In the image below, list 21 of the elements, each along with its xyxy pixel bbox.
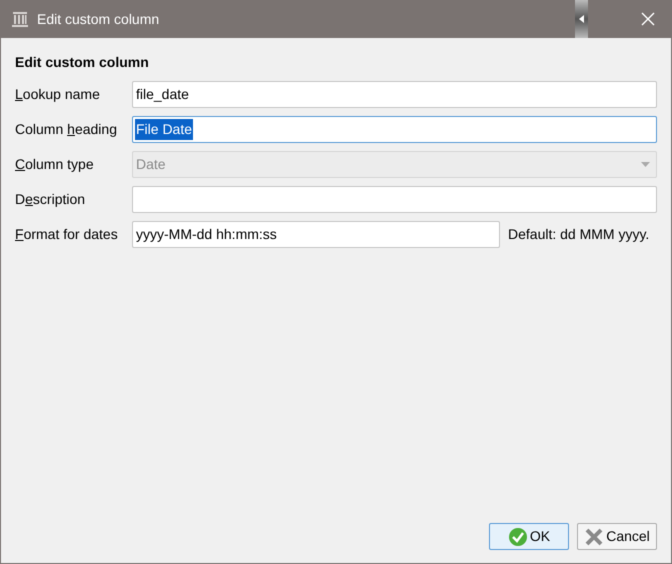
close-icon bbox=[641, 12, 655, 26]
field-label: Format for dates bbox=[15, 225, 119, 244]
text-field[interactable] bbox=[132, 186, 657, 213]
cancel-button[interactable]: Cancel bbox=[577, 523, 657, 550]
left-arrow-icon bbox=[579, 15, 584, 23]
collapse-handle[interactable] bbox=[575, 0, 588, 38]
dialog-heading: Edit custom column bbox=[15, 53, 150, 72]
field-label: Description bbox=[15, 190, 86, 209]
cross-icon bbox=[584, 526, 604, 546]
dropdown-caret-icon bbox=[641, 162, 650, 167]
text-field[interactable]: yyyy-MM-dd hh:mm:ss bbox=[132, 221, 500, 248]
text-field[interactable]: file_date bbox=[132, 81, 657, 108]
checkmark-icon bbox=[508, 526, 528, 546]
field-label: Column type bbox=[15, 155, 95, 174]
field-label: Lookup name bbox=[15, 85, 101, 104]
columns-icon bbox=[11, 10, 29, 28]
text-field[interactable]: File Date bbox=[132, 116, 657, 143]
format-hint: Default: dd MMM yyyy. bbox=[508, 225, 650, 244]
window-title: Edit custom column bbox=[37, 10, 160, 28]
ok-button[interactable]: OK bbox=[489, 523, 569, 550]
field-label: Column heading bbox=[15, 120, 118, 139]
